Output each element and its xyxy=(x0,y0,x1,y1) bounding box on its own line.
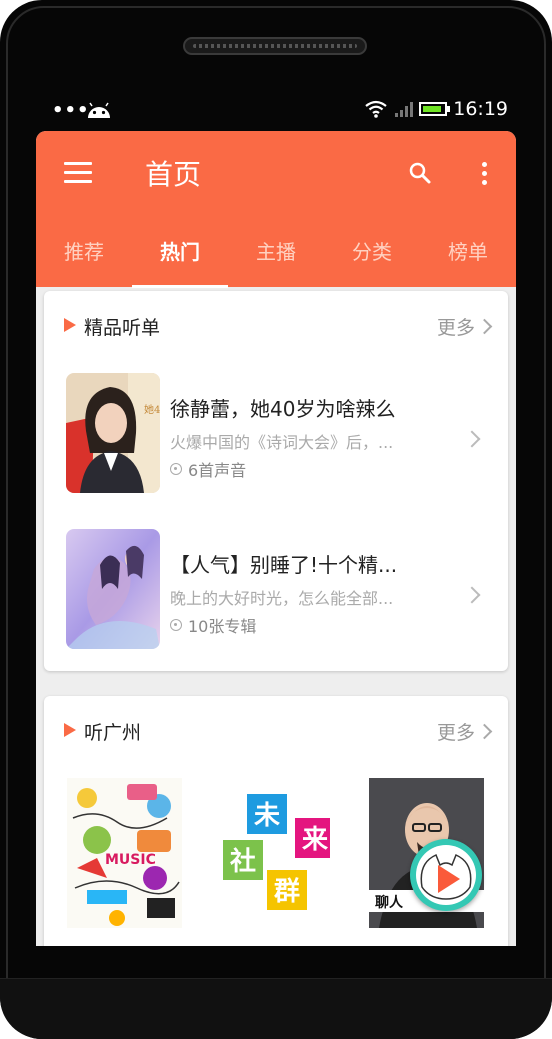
card-header: 精品听单 更多 xyxy=(44,291,508,361)
cover-text: 她40岁 xyxy=(144,403,160,416)
tile-caption: 聊人 xyxy=(375,894,404,911)
tab-recommend[interactable]: 推荐 xyxy=(36,231,132,287)
playlist-description: 晚上的大好时光，怎么能全部... xyxy=(170,589,394,608)
phone-frame: ••• 16:19 首页 推荐 热门 主播 分类 榜单 精品听单 更多 她4 徐… xyxy=(0,0,552,1039)
tile-char: 来 xyxy=(302,825,329,855)
tab-hot[interactable]: 热门 xyxy=(132,231,228,288)
disc-icon xyxy=(170,463,182,475)
fab-inner xyxy=(416,845,476,905)
app-screen: 首页 推荐 热门 主播 分类 榜单 精品听单 更多 她4 徐静蕾，她40岁为啥辣… xyxy=(36,131,516,946)
tab-categories[interactable]: 分类 xyxy=(324,231,420,287)
status-time: 16:19 xyxy=(453,98,508,120)
chevron-right-icon xyxy=(463,586,481,604)
tab-bar: 推荐 热门 主播 分类 榜单 xyxy=(36,231,516,288)
more-label: 更多 xyxy=(436,722,475,744)
section-title: 听广州 xyxy=(84,722,142,744)
tab-anchors[interactable]: 主播 xyxy=(228,231,324,287)
more-vertical-icon[interactable] xyxy=(474,159,494,187)
more-link[interactable]: 更多 xyxy=(436,313,493,340)
track-count: 6首声音 xyxy=(188,461,247,480)
featured-playlists-card: 精品听单 更多 她40岁 xyxy=(44,291,508,671)
signal-icon xyxy=(395,102,414,117)
list-item[interactable]: 她40岁 徐静蕾，她40岁为啥辣么 火爆中国的《诗词大会》后，... 6首声音 xyxy=(44,361,508,501)
playlist-title: 徐静蕾，她40岁为啥辣么 xyxy=(170,397,396,421)
bottom-bezel xyxy=(0,978,552,1039)
tile-char: 社 xyxy=(230,846,256,877)
more-label: 更多 xyxy=(436,317,475,339)
section-marker-icon xyxy=(64,318,76,332)
playlist-cover xyxy=(66,529,160,649)
playlist-cover: 她40岁 xyxy=(66,373,160,493)
list-item[interactable]: 【人气】别睡了!十个精... 晚上的大好时光，怎么能全部... 10张专辑 xyxy=(44,517,508,657)
notification-dots: ••• xyxy=(52,100,90,121)
chevron-right-icon xyxy=(463,430,481,448)
tab-charts[interactable]: 榜单 xyxy=(420,231,516,287)
status-bar: ••• 16:19 xyxy=(36,96,516,130)
page-title: 首页 xyxy=(145,158,202,191)
speaker-grille xyxy=(183,37,367,55)
chevron-right-icon xyxy=(476,723,493,740)
play-icon xyxy=(420,853,472,900)
playlist-meta: 6首声音 xyxy=(170,457,246,481)
search-icon[interactable] xyxy=(408,161,432,185)
android-icon xyxy=(88,102,110,118)
section-marker-icon xyxy=(64,723,76,737)
disc-icon xyxy=(170,619,182,631)
album-count: 10张专辑 xyxy=(188,617,257,636)
album-tile-music[interactable]: MUSIC xyxy=(67,778,182,928)
chevron-right-icon xyxy=(476,318,493,335)
app-bar: 首页 推荐 热门 主播 分类 榜单 xyxy=(36,131,516,288)
menu-icon[interactable] xyxy=(64,162,92,184)
section-title: 精品听单 xyxy=(84,317,161,339)
battery-icon xyxy=(419,102,451,116)
playlist-title: 【人气】别睡了!十个精... xyxy=(170,553,398,577)
tile-text: MUSIC xyxy=(105,852,156,868)
more-link[interactable]: 更多 xyxy=(436,718,493,745)
playlist-meta: 10张专辑 xyxy=(170,613,256,637)
tile-char: 群 xyxy=(273,877,300,907)
album-tile-future-community[interactable]: 未 来 社 群 xyxy=(215,778,330,928)
card-header: 听广州 更多 xyxy=(44,696,508,766)
playlist-description: 火爆中国的《诗词大会》后，... xyxy=(170,433,394,452)
tile-char: 未 xyxy=(254,801,280,831)
play-button[interactable] xyxy=(410,839,482,911)
wifi-icon xyxy=(365,100,387,118)
